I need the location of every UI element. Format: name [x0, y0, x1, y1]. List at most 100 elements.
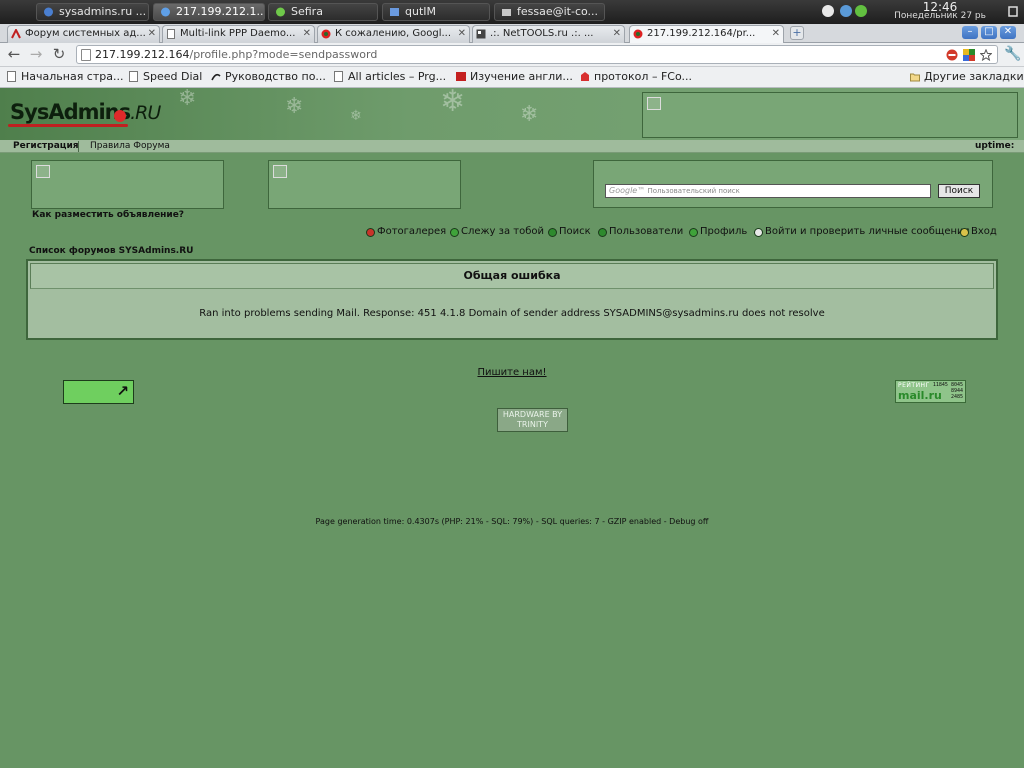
nav-label: Слежу за тобой: [461, 226, 544, 237]
tab-google-error[interactable]: К сожалению, Googl... ✕: [317, 25, 470, 43]
tab-close-icon[interactable]: ✕: [458, 26, 466, 42]
browser-icon: [161, 7, 170, 17]
taskbar-item-label: 217.199.212.1...: [176, 5, 265, 18]
bookmark-english[interactable]: Изучение англи...: [455, 69, 573, 85]
close-window-button[interactable]: ✕: [1000, 26, 1016, 39]
maximize-button[interactable]: □: [981, 26, 997, 39]
logo-ru-text: .RU: [130, 102, 161, 124]
register-link[interactable]: Регистрация: [13, 141, 79, 152]
green-banner-button[interactable]: ↗: [63, 380, 134, 404]
extension-icon[interactable]: [963, 49, 975, 61]
new-tab-button[interactable]: +: [790, 26, 804, 40]
tray-status-icon[interactable]: [822, 5, 834, 17]
snowflake-icon: ❄: [285, 94, 304, 119]
hardware-by-trinity-badge[interactable]: HARDWARE BY TRINITY: [497, 408, 568, 432]
bookmark-label: Другие закладки: [924, 70, 1024, 83]
mail-icon: [502, 9, 511, 16]
google-logo-text: Google™: [609, 186, 646, 195]
bookmark-manual[interactable]: Руководство по...: [210, 69, 326, 85]
forum-favicon-icon: [11, 29, 21, 39]
taskbar-item-mail[interactable]: fessae@it-co...: [494, 3, 605, 21]
browser-tabstrip: Форум системных ад... ✕ Multi-link PPP D…: [0, 24, 1024, 43]
tab-nettools[interactable]: .:. NetTOOLS.ru .:. ... ✕: [472, 25, 625, 43]
bookmark-label: протокол – FCo...: [594, 70, 692, 83]
bookmark-star-icon[interactable]: [980, 49, 992, 61]
tray-clover-icon[interactable]: [855, 5, 867, 17]
nav-photogallery[interactable]: Фотогалерея: [366, 226, 446, 238]
menu-divider: [78, 141, 79, 152]
search-button[interactable]: Поиск: [938, 184, 980, 198]
search-input[interactable]: Google™ Пользовательский поиск: [605, 184, 931, 198]
bookmark-speed-dial[interactable]: Speed Dial: [128, 69, 202, 85]
broken-image-icon: [647, 97, 661, 110]
how-to-advertise-link[interactable]: Как разместить объявление?: [32, 210, 184, 220]
taskbar-item-sefira[interactable]: Sefira: [268, 3, 378, 21]
blocked-icon[interactable]: [946, 49, 958, 61]
tray-network-icon[interactable]: [840, 5, 852, 17]
tab-label: Multi-link PPP Daemo...: [180, 28, 296, 39]
browser-toolbar: ← → ↻ 217.199.212.164/profile.php?mode=s…: [0, 43, 1024, 67]
nav-label: Профиль: [700, 226, 748, 237]
taskbar-item-sysadmins[interactable]: sysadmins.ru ...: [36, 3, 149, 21]
contact-us-text[interactable]: Пишите нам!: [477, 367, 546, 378]
page-icon: [81, 49, 91, 61]
reload-button[interactable]: ↻: [51, 46, 67, 62]
mailru-rating-counter[interactable]: РЕЙТИНГ mail.ru 11845 8045 8944 2485: [895, 380, 966, 403]
clover-icon: [276, 7, 285, 17]
tab-close-icon[interactable]: ✕: [303, 26, 311, 42]
wrench-menu-icon[interactable]: 🔧: [1004, 46, 1021, 62]
bookmark-label: Speed Dial: [143, 70, 203, 83]
forum-index-link[interactable]: Список форумов SYSAdmins.RU: [29, 246, 193, 256]
site-menubar: Регистрация Правила Форума uptime:: [0, 140, 1024, 153]
url-text[interactable]: 217.199.212.164/profile.php?mode=sendpas…: [95, 47, 377, 62]
nav-search[interactable]: Поиск: [548, 226, 591, 238]
url-host: 217.199.212.164: [95, 48, 190, 61]
page-icon: [7, 71, 16, 82]
forum-rules-link[interactable]: Правила Форума: [90, 141, 170, 152]
tab-active-profile[interactable]: 217.199.212.164/pr... ✕: [629, 25, 784, 43]
nav-label: Фотогалерея: [377, 226, 447, 237]
forward-button[interactable]: →: [28, 46, 44, 62]
url-path: /profile.php?mode=sendpassword: [189, 48, 378, 61]
protocol-favicon-icon: [581, 72, 589, 81]
logo-main-text: SysAdmins: [10, 100, 131, 124]
tab-label: Форум системных ад...: [25, 28, 146, 39]
nav-watching[interactable]: Слежу за тобой: [450, 226, 544, 238]
ad-slot-left[interactable]: [31, 160, 224, 209]
snowflake-icon: ❄: [350, 108, 362, 124]
nav-label: Поиск: [559, 226, 591, 237]
tab-forum[interactable]: Форум системных ад... ✕: [7, 25, 160, 43]
counter-title: РЕЙТИНГ: [898, 382, 930, 389]
taskbar-item-label: fessae@it-co...: [517, 5, 599, 18]
site-logo[interactable]: SysAdmins.RU: [10, 100, 161, 124]
nav-profile[interactable]: Профиль: [689, 226, 747, 238]
taskbar-item-label: Sefira: [291, 5, 323, 18]
address-bar[interactable]: 217.199.212.164/profile.php?mode=sendpas…: [76, 45, 998, 64]
other-bookmarks[interactable]: Другие закладки: [909, 69, 1024, 85]
contact-us-link: Пишите нам!: [0, 367, 1024, 378]
taskbar-item-qutim[interactable]: qutIM: [382, 3, 490, 21]
bookmark-protocol[interactable]: протокол – FCo...: [579, 69, 692, 85]
bookmark-start-page[interactable]: Начальная стра...: [6, 69, 123, 85]
browser-icon: [44, 7, 53, 17]
search-icon: [548, 228, 557, 237]
logout-icon[interactable]: [1008, 6, 1018, 17]
nav-users[interactable]: Пользователи: [598, 226, 683, 238]
english-favicon-icon: [456, 72, 466, 81]
nav-login[interactable]: Вход: [960, 226, 997, 238]
sysadmins-favicon-icon: [633, 29, 643, 39]
tab-close-icon[interactable]: ✕: [148, 26, 156, 42]
back-button[interactable]: ←: [6, 46, 22, 62]
banner-ad-slot[interactable]: [642, 92, 1018, 138]
tab-close-icon[interactable]: ✕: [613, 26, 621, 42]
tab-multilink[interactable]: Multi-link PPP Daemo... ✕: [162, 25, 315, 43]
bookmark-all-articles[interactable]: All articles – Prg...: [333, 69, 446, 85]
web-page: ❄ ❄ ❄ ❄ ❄ SysAdmins.RU Регистрация Прави…: [0, 88, 1024, 768]
bookmark-label: Начальная стра...: [21, 70, 124, 83]
tab-close-icon[interactable]: ✕: [772, 26, 780, 42]
ad-slot-center[interactable]: [268, 160, 461, 209]
minimize-button[interactable]: –: [962, 26, 978, 39]
tab-label: К сожалению, Googl...: [335, 28, 452, 39]
taskbar-item-active-browser[interactable]: 217.199.212.1...: [153, 3, 265, 21]
nav-private-messages[interactable]: Войти и проверить личные сообщения: [754, 226, 970, 238]
